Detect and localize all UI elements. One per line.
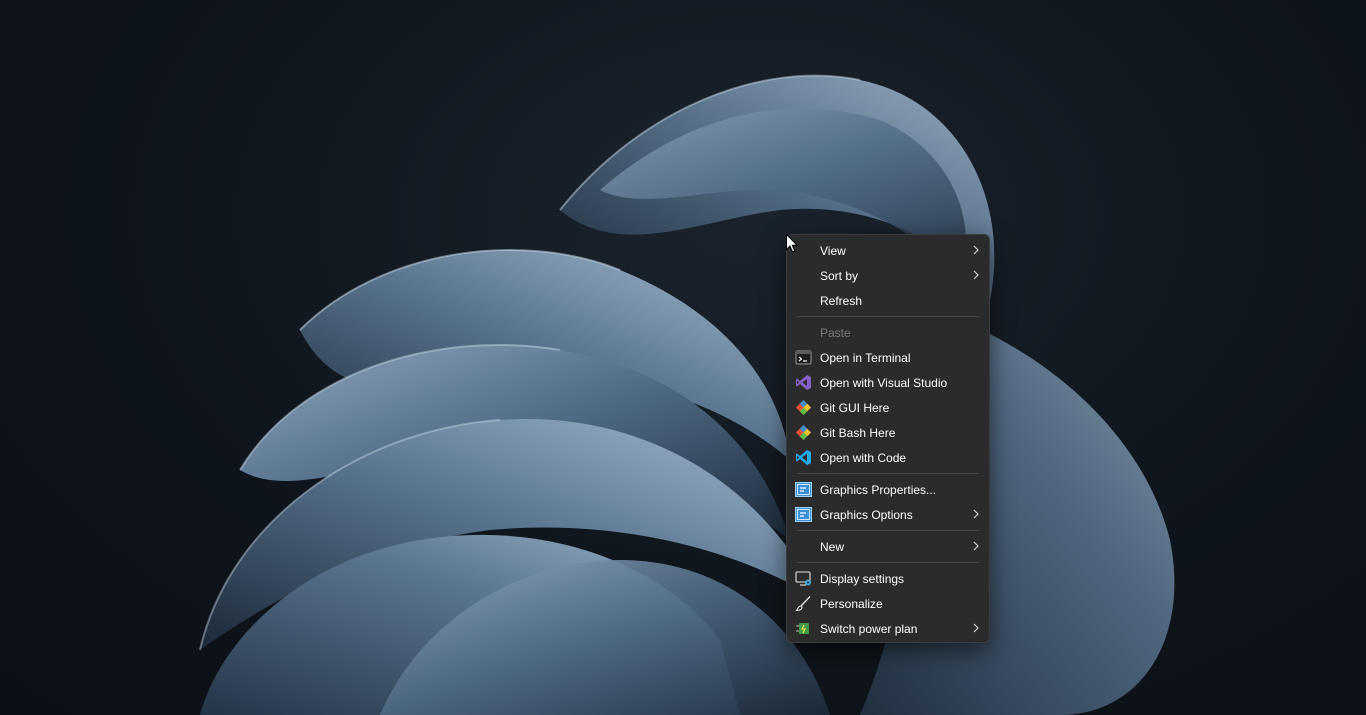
intel-graphics-icon	[795, 482, 812, 497]
desktop[interactable]: View Sort by Refresh Paste Open in Termi…	[0, 0, 1366, 715]
menu-item-label: View	[820, 244, 846, 258]
mouse-cursor-icon	[786, 234, 798, 253]
intel-graphics-icon	[795, 507, 812, 522]
menu-item-personalize[interactable]: Personalize	[787, 591, 989, 616]
desktop-context-menu: View Sort by Refresh Paste Open in Termi…	[786, 234, 990, 643]
git-bash-icon	[796, 425, 811, 440]
menu-item-view[interactable]: View	[787, 238, 989, 263]
menu-item-switch-power-plan[interactable]: Switch power plan	[787, 616, 989, 641]
menu-item-label: Graphics Properties...	[820, 483, 937, 497]
menu-item-git-bash-here[interactable]: Git Bash Here	[787, 420, 989, 445]
display-settings-icon	[795, 571, 811, 586]
menu-item-label: Open with Visual Studio	[820, 376, 948, 390]
menu-item-label: Personalize	[820, 597, 883, 611]
power-plan-icon	[796, 623, 809, 634]
wallpaper-bloom	[199, 74, 1175, 715]
menu-separator	[797, 316, 979, 317]
menu-item-label: Switch power plan	[820, 622, 918, 636]
brush-icon	[795, 596, 811, 612]
visual-studio-icon	[796, 375, 811, 390]
menu-item-label: Display settings	[820, 572, 905, 586]
chevron-right-icon	[973, 623, 979, 633]
menu-item-label: Git Bash Here	[820, 426, 896, 440]
terminal-icon	[795, 350, 812, 365]
menu-item-open-with-code[interactable]: Open with Code	[787, 445, 989, 470]
chevron-right-icon	[973, 245, 979, 255]
chevron-right-icon	[973, 509, 979, 519]
git-gui-icon	[796, 400, 811, 415]
menu-item-open-with-visual-studio[interactable]: Open with Visual Studio	[787, 370, 989, 395]
menu-item-label: Git GUI Here	[820, 401, 890, 415]
menu-item-label: Sort by	[820, 269, 859, 283]
menu-item-label: Open with Code	[820, 451, 907, 465]
menu-item-open-in-terminal[interactable]: Open in Terminal	[787, 345, 989, 370]
menu-item-label: Graphics Options	[820, 508, 913, 522]
menu-item-refresh[interactable]: Refresh	[787, 288, 989, 313]
menu-item-paste: Paste	[787, 320, 989, 345]
menu-separator	[797, 530, 979, 531]
menu-item-label: Paste	[820, 326, 851, 340]
menu-item-git-gui-here[interactable]: Git GUI Here	[787, 395, 989, 420]
menu-item-label: Refresh	[820, 294, 863, 308]
menu-separator	[797, 562, 979, 563]
menu-item-sort-by[interactable]: Sort by	[787, 263, 989, 288]
chevron-right-icon	[973, 541, 979, 551]
vscode-icon	[796, 450, 811, 465]
menu-item-graphics-properties[interactable]: Graphics Properties...	[787, 477, 989, 502]
menu-separator	[797, 473, 979, 474]
menu-item-label: Open in Terminal	[820, 351, 911, 365]
menu-item-display-settings[interactable]: Display settings	[787, 566, 989, 591]
menu-item-graphics-options[interactable]: Graphics Options	[787, 502, 989, 527]
menu-item-new[interactable]: New	[787, 534, 989, 559]
chevron-right-icon	[973, 270, 979, 280]
menu-item-label: New	[820, 540, 845, 554]
